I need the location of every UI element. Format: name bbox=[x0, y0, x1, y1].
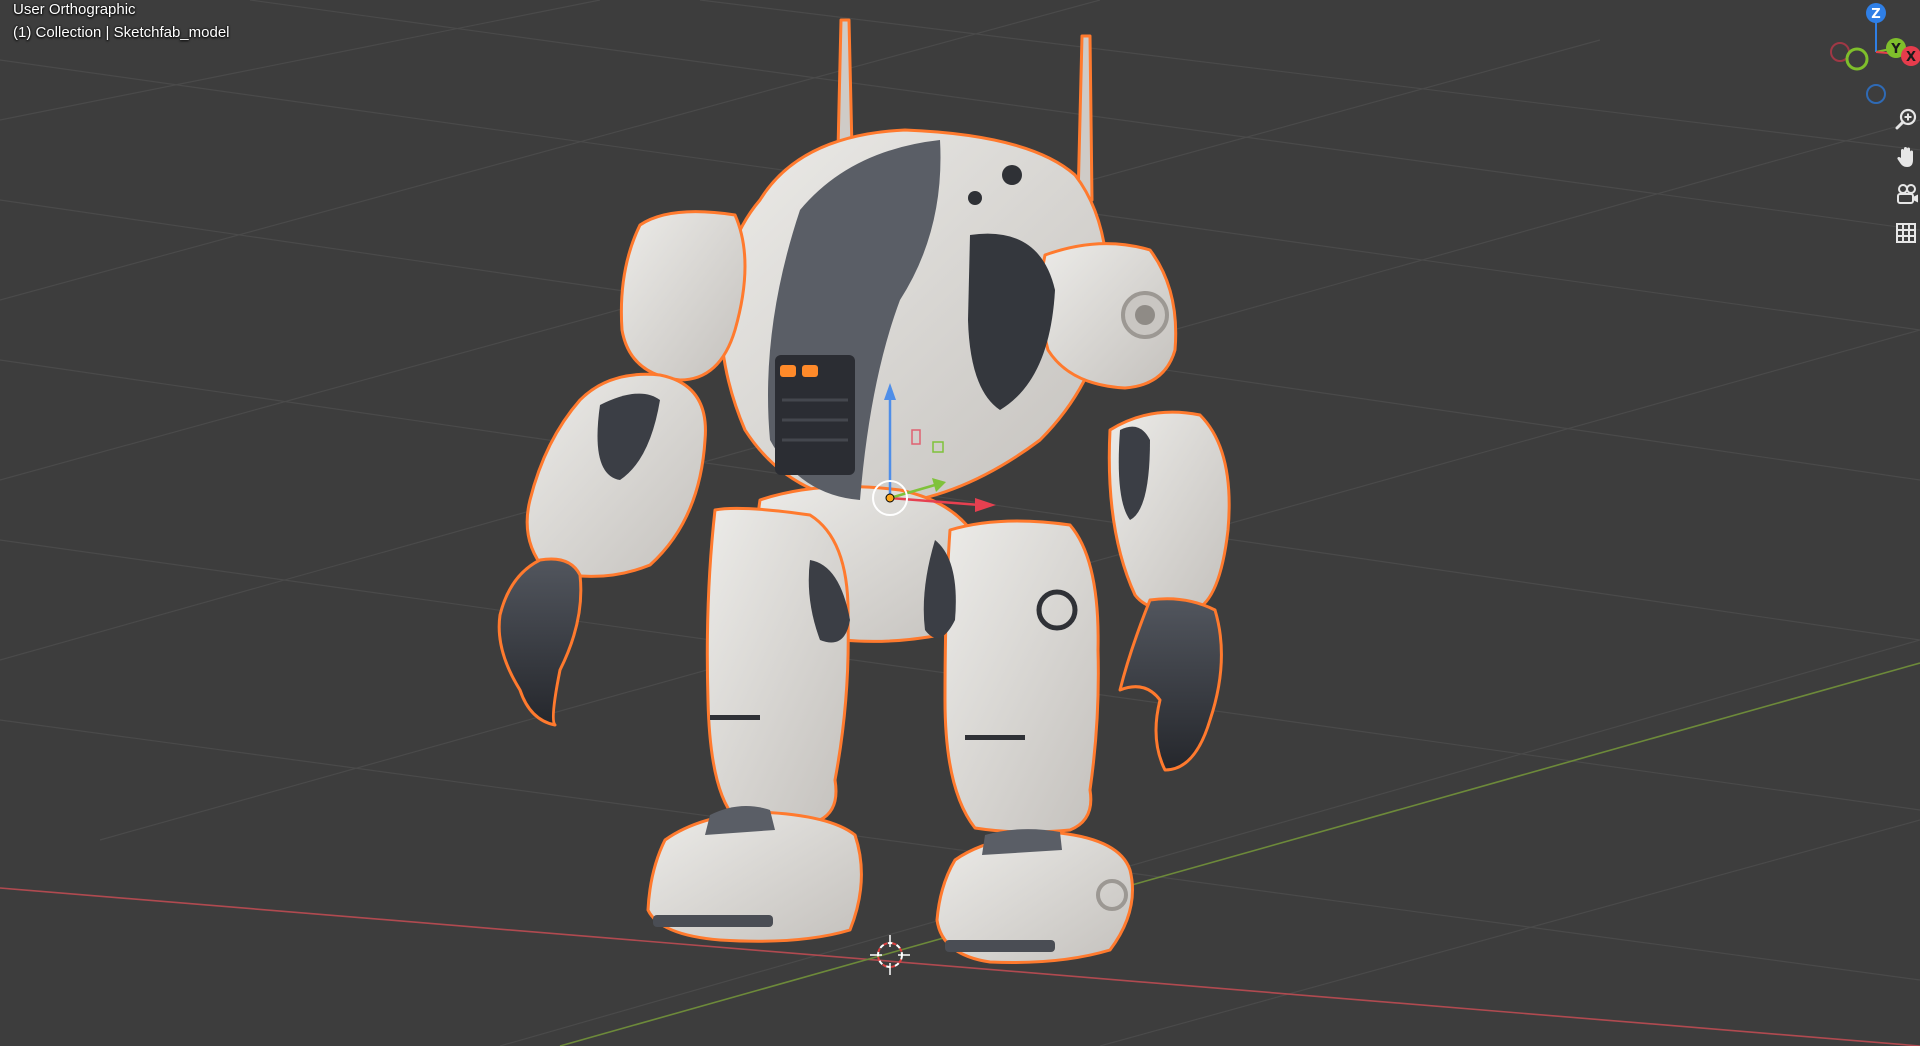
robot-hand-left bbox=[497, 557, 583, 727]
hand-icon bbox=[1897, 147, 1913, 167]
robot-antenna-right bbox=[1076, 34, 1094, 202]
robot-leg-right bbox=[943, 519, 1100, 834]
gizmo-y-label: Y bbox=[1890, 42, 1901, 57]
3d-viewport[interactable]: Z Y X User Orthographic (1) Collection |… bbox=[0, 0, 1920, 1046]
navigation-gizmo[interactable]: Z Y X bbox=[1830, 3, 1920, 104]
toggle-perspective-button[interactable] bbox=[1893, 220, 1920, 254]
gizmo-z-label: Z bbox=[1871, 7, 1880, 22]
zoom-icon bbox=[1895, 108, 1917, 130]
camera-icon bbox=[1897, 184, 1918, 204]
robot-leg-left bbox=[705, 506, 850, 824]
pan-button[interactable] bbox=[1893, 144, 1920, 178]
robot-hand-right bbox=[1118, 597, 1223, 772]
robot-antenna-left bbox=[836, 18, 854, 152]
gizmo-neg-y[interactable] bbox=[1845, 47, 1869, 71]
gizmo-neg-z[interactable] bbox=[1866, 84, 1886, 104]
view-name-label: User Orthographic bbox=[13, 1, 136, 18]
zoom-button[interactable] bbox=[1893, 106, 1920, 140]
gizmo-x-label: X bbox=[1906, 50, 1916, 65]
viewport-canvas[interactable]: Z Y X bbox=[0, 0, 1920, 1046]
collection-path-label: (1) Collection | Sketchfab_model bbox=[13, 24, 230, 41]
grid-icon bbox=[1896, 223, 1916, 243]
3d-cursor-icon[interactable] bbox=[870, 935, 910, 975]
camera-view-button[interactable] bbox=[1893, 182, 1920, 216]
